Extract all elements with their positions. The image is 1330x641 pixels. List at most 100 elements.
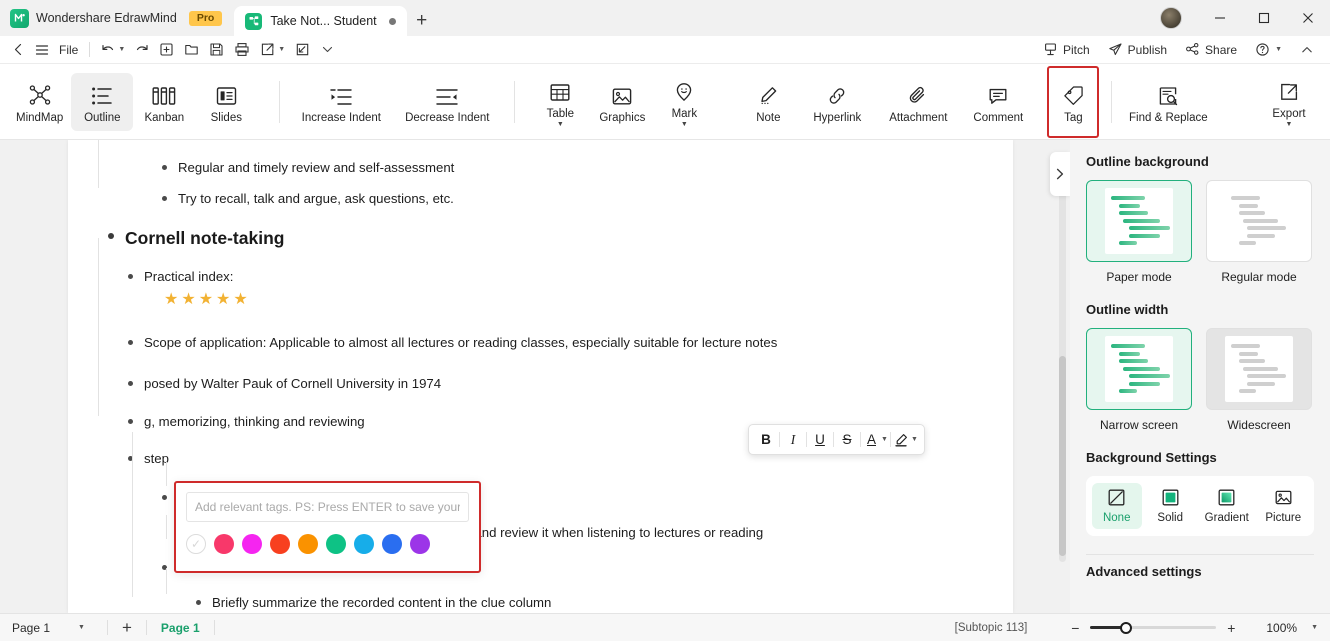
file-menu-button[interactable]: File bbox=[54, 38, 83, 62]
background-option-picture[interactable]: Picture bbox=[1258, 483, 1308, 529]
ribbon-button-decrease-indent[interactable]: Decrease Indent bbox=[394, 73, 500, 131]
print-button[interactable] bbox=[229, 38, 255, 62]
export-share-button[interactable]: ▼ bbox=[255, 38, 290, 62]
zoom-value-label[interactable]: 100% bbox=[1266, 621, 1297, 635]
bold-button[interactable]: B bbox=[753, 427, 779, 452]
widescreen-thumbnail[interactable] bbox=[1206, 328, 1312, 410]
pitch-button[interactable]: Pitch bbox=[1035, 38, 1098, 62]
font-color-caret-icon[interactable]: ▼ bbox=[881, 436, 888, 443]
preview-line bbox=[1111, 344, 1145, 348]
outline-row[interactable]: Scope of application: Applicable to almo… bbox=[128, 311, 985, 358]
new-file-button[interactable] bbox=[154, 38, 179, 62]
tag-color-purple[interactable] bbox=[410, 534, 430, 554]
add-page-button[interactable]: + bbox=[122, 618, 132, 638]
tag-color-light-blue[interactable] bbox=[354, 534, 374, 554]
user-avatar[interactable] bbox=[1160, 7, 1182, 29]
mark-caret-icon[interactable]: ▼ bbox=[681, 121, 688, 128]
help-button[interactable]: ▼ bbox=[1247, 38, 1290, 62]
underline-button[interactable]: U bbox=[807, 427, 833, 452]
ribbon-button-mark[interactable]: Mark ▼ bbox=[653, 73, 715, 131]
ribbon-button-comment[interactable]: Comment bbox=[961, 73, 1035, 131]
font-color-button[interactable]: A ▼ bbox=[861, 427, 890, 452]
panel-toggle-button[interactable] bbox=[1050, 152, 1070, 196]
comment-icon bbox=[988, 80, 1008, 106]
highlight-color-button[interactable]: ▼ bbox=[891, 427, 920, 452]
ribbon-button-mindmap[interactable]: MindMap bbox=[8, 73, 71, 131]
outline-width-title: Outline width bbox=[1086, 302, 1169, 317]
zoom-out-button[interactable]: − bbox=[1069, 620, 1081, 636]
page-selector-caret-icon[interactable]: ▼ bbox=[78, 624, 85, 631]
outline-row[interactable]: posed by Walter Pauk of Cornell Universi… bbox=[128, 358, 985, 399]
export-caret-icon[interactable]: ▼ bbox=[1286, 121, 1293, 128]
new-tab-button[interactable]: + bbox=[407, 6, 437, 36]
tag-color-orange[interactable] bbox=[298, 534, 318, 554]
zoom-slider-knob[interactable] bbox=[1120, 621, 1133, 634]
tag-color-pink-red[interactable] bbox=[214, 534, 234, 554]
outline-row[interactable]: Practical index: bbox=[128, 261, 985, 286]
tag-color-none[interactable]: ✓ bbox=[186, 534, 206, 554]
save-button[interactable] bbox=[204, 38, 229, 62]
maximize-button[interactable] bbox=[1242, 0, 1286, 36]
import-button[interactable] bbox=[290, 38, 315, 62]
tag-editor-popup[interactable]: ✓ bbox=[174, 481, 481, 573]
page-selector[interactable]: Page 1 ▼ bbox=[12, 621, 93, 635]
outline-row-heading[interactable]: Cornell note-taking bbox=[108, 214, 985, 260]
highlight-color-caret-icon[interactable]: ▼ bbox=[911, 436, 918, 443]
quickbar-more-button[interactable] bbox=[315, 38, 339, 62]
help-caret-icon[interactable]: ▼ bbox=[1275, 46, 1282, 53]
outline-width-option-widescreen[interactable]: Widescreen bbox=[1206, 328, 1312, 432]
undo-button[interactable]: ▼ bbox=[96, 38, 130, 62]
outline-width-option-narrow[interactable]: Narrow screen bbox=[1086, 328, 1192, 432]
outline-background-option-paper[interactable]: Paper mode bbox=[1086, 180, 1192, 284]
ribbon-button-kanban[interactable]: Kanban bbox=[133, 73, 195, 131]
background-option-none[interactable]: None bbox=[1091, 483, 1142, 529]
ribbon-button-table[interactable]: Table ▼ bbox=[529, 73, 591, 131]
export-share-caret-icon[interactable]: ▼ bbox=[278, 46, 285, 53]
table-caret-icon[interactable]: ▼ bbox=[557, 121, 564, 128]
outline-row[interactable]: Try to recall, talk and argue, ask quest… bbox=[162, 183, 985, 214]
ribbon-button-graphics[interactable]: Graphics bbox=[591, 73, 653, 131]
current-page-tab[interactable]: Page 1 bbox=[161, 621, 200, 635]
tag-color-blue[interactable] bbox=[382, 534, 402, 554]
strikethrough-button[interactable]: S bbox=[834, 427, 860, 452]
outline-row[interactable]: Briefly summarize the recorded content i… bbox=[196, 583, 985, 613]
tag-color-orange-red[interactable] bbox=[270, 534, 290, 554]
document-scrollbar[interactable] bbox=[1059, 192, 1066, 562]
ribbon-button-find-replace[interactable]: Find & Replace bbox=[1120, 73, 1216, 131]
undo-caret-icon[interactable]: ▼ bbox=[118, 46, 125, 53]
background-option-solid[interactable]: Solid bbox=[1145, 483, 1195, 529]
tag-input[interactable] bbox=[186, 492, 469, 522]
italic-button[interactable]: I bbox=[780, 427, 806, 452]
ribbon-button-note[interactable]: Note bbox=[737, 73, 799, 131]
tag-color-green[interactable] bbox=[326, 534, 346, 554]
redo-button[interactable] bbox=[130, 38, 154, 62]
zoom-in-button[interactable]: + bbox=[1225, 620, 1237, 636]
ribbon-button-hyperlink[interactable]: Hyperlink bbox=[799, 73, 875, 131]
share-button[interactable]: Share bbox=[1177, 38, 1245, 62]
ribbon-button-increase-indent[interactable]: Increase Indent bbox=[288, 73, 394, 131]
back-button[interactable] bbox=[6, 38, 30, 62]
minimize-button[interactable] bbox=[1198, 0, 1242, 36]
zoom-caret-icon[interactable]: ▼ bbox=[1311, 624, 1318, 631]
document-scrollbar-thumb[interactable] bbox=[1059, 356, 1066, 556]
open-folder-button[interactable] bbox=[179, 38, 204, 62]
document-tab[interactable]: Take Not... Student bbox=[234, 6, 407, 36]
outline-background-option-regular[interactable]: Regular mode bbox=[1206, 180, 1312, 284]
zoom-slider[interactable] bbox=[1090, 621, 1217, 634]
ribbon-button-outline[interactable]: Outline bbox=[71, 72, 134, 131]
close-button[interactable] bbox=[1286, 0, 1330, 36]
paper-mode-thumbnail[interactable] bbox=[1086, 180, 1192, 262]
publish-button[interactable]: Publish bbox=[1100, 38, 1175, 62]
ribbon-button-slides[interactable]: Slides bbox=[195, 73, 257, 131]
tag-color-magenta[interactable] bbox=[242, 534, 262, 554]
ribbon-button-tag[interactable]: Tag bbox=[1047, 65, 1100, 138]
outline-row[interactable]: Regular and timely review and self-asses… bbox=[162, 152, 985, 183]
collapse-ribbon-button[interactable] bbox=[1292, 38, 1322, 62]
ribbon-button-export[interactable]: Export ▼ bbox=[1258, 73, 1320, 131]
background-option-gradient[interactable]: Gradient bbox=[1199, 483, 1255, 529]
outline-document-area[interactable]: Regular and timely review and self-asses… bbox=[0, 140, 1070, 613]
main-menu-button[interactable] bbox=[30, 38, 54, 62]
ribbon-button-attachment[interactable]: Attachment bbox=[875, 73, 961, 131]
narrow-screen-thumbnail[interactable] bbox=[1086, 328, 1192, 410]
regular-mode-thumbnail[interactable] bbox=[1206, 180, 1312, 262]
